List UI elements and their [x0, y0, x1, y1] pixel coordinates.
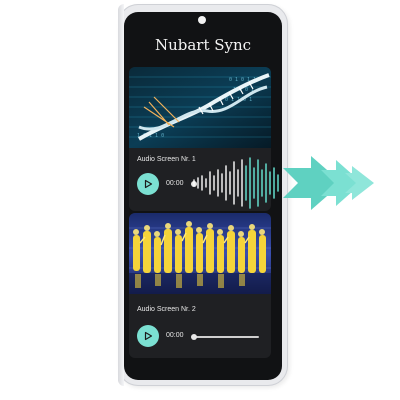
progress-knob[interactable] [191, 181, 197, 187]
dna-helix-image: 0 1 0 1 11 0 0 1 0 1 1 0 11 0 1 1 0 [129, 67, 271, 148]
elapsed-time: 00:00 [166, 180, 184, 187]
progress-knob[interactable] [191, 334, 197, 340]
play-button[interactable] [137, 325, 159, 347]
front-camera [198, 16, 206, 24]
app-title: Nubart Sync [154, 36, 252, 54]
play-icon [144, 179, 153, 189]
phone-screen: Nubart Sync 0 1 0 1 1 1 0 0 1 0 1 1 0 1 … [124, 12, 282, 380]
track-title: Audio Screen Nr. 1 [137, 156, 196, 163]
track-title: Audio Screen Nr. 2 [137, 306, 196, 313]
audio-card-1[interactable]: 0 1 0 1 11 0 0 1 0 1 1 0 11 0 1 1 0 Audi… [129, 67, 271, 211]
double-arrow-right-icon [283, 156, 374, 210]
dancers-image [129, 213, 271, 294]
elapsed-time: 00:00 [166, 332, 184, 339]
progress-track[interactable] [195, 336, 259, 338]
audio-card-2[interactable]: Audio Screen Nr. 2 00:00 [129, 213, 271, 358]
play-button[interactable] [137, 173, 159, 195]
play-icon [144, 331, 153, 341]
